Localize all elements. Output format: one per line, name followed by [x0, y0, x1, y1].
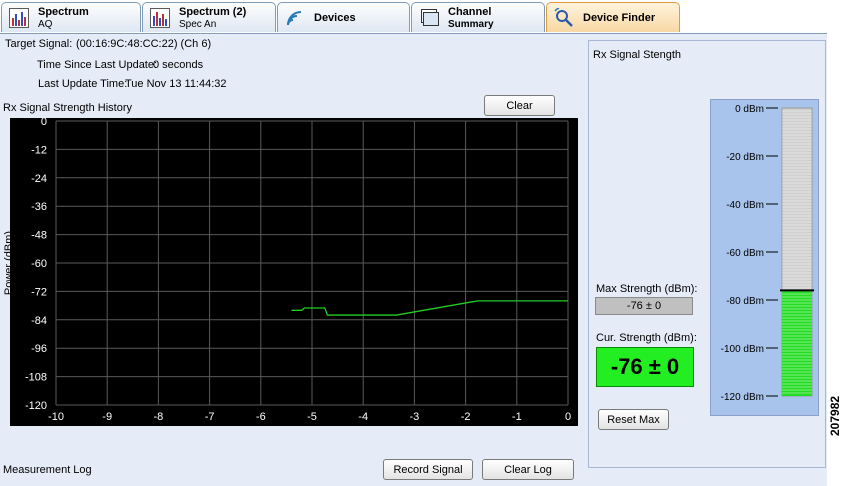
tab-title: Devices [314, 12, 356, 24]
last-update-value: Tue Nov 13 11:44:32 [125, 78, 227, 90]
tab-subtitle: Spec An [179, 19, 217, 30]
max-strength-value: -76 ± 0 [595, 297, 693, 315]
y-tick-label: -108 [25, 372, 47, 384]
clear-button[interactable]: Clear [484, 95, 555, 116]
x-tick-label: -1 [512, 411, 522, 423]
x-tick-label: -3 [410, 411, 420, 423]
current-strength-value: -76 ± 0 [596, 347, 694, 387]
time-since-label: Time Since Last Update: [37, 59, 158, 71]
meter-tick-label: -20 dBm [726, 152, 764, 163]
tab-title: Spectrum [38, 6, 89, 18]
tab-subtitle: Summary [448, 19, 494, 30]
time-since-value: 0 seconds [153, 59, 204, 71]
plot-background [10, 118, 578, 426]
wireless-waves-icon [285, 8, 305, 28]
signal-strength-title: Rx Signal Stength [593, 49, 682, 61]
meter-tick-label: -40 dBm [726, 200, 764, 211]
y-tick-label: -48 [31, 230, 47, 242]
x-tick-label: -8 [154, 411, 164, 423]
x-tick-label: -5 [307, 411, 317, 423]
x-tick-label: -4 [358, 411, 368, 423]
tab-title: Channel [448, 6, 492, 18]
channel-summary-icon [419, 8, 439, 28]
measurement-log-label: Measurement Log [3, 464, 92, 476]
meter-tick-label: -100 dBm [721, 344, 764, 355]
tab-title: Device Finder [583, 12, 656, 24]
meter-tick-label: -120 dBm [721, 392, 764, 403]
tab-channel-summary[interactable]: Channel Summary [411, 2, 545, 32]
y-tick-label: -84 [31, 315, 47, 327]
record-signal-button[interactable]: Record Signal [383, 459, 473, 480]
tab-spectrum-aq[interactable]: Spectrum AQ [1, 2, 141, 32]
y-tick-label: -12 [31, 144, 47, 156]
spectrum-chart-icon [9, 8, 29, 28]
meter-tick-label: -80 dBm [726, 296, 764, 307]
signal-strength-meter: 0 dBm -20 dBm -40 dBm -60 dBm -80 dBm -100 dB… [710, 99, 819, 416]
target-signal-value: (00:16:9C:48:CC:22) (Ch 6) [76, 38, 212, 50]
x-tick-label: -10 [48, 411, 64, 423]
x-tick-label: -2 [461, 411, 471, 423]
device-finder-icon [554, 7, 574, 28]
y-tick-label: 0 [41, 118, 47, 128]
tab-devices[interactable]: Devices [277, 2, 410, 32]
y-tick-label: -36 [31, 201, 47, 213]
max-strength-label: Max Strength (dBm): [596, 283, 698, 295]
tab-bar: Spectrum AQ Spectrum (2) Spec An Devices… [0, 0, 841, 33]
y-tick-label: -72 [31, 286, 47, 298]
clear-log-button[interactable]: Clear Log [482, 459, 574, 480]
target-signal-label: Target Signal: [5, 38, 73, 50]
tab-device-finder[interactable]: Device Finder [546, 2, 680, 32]
y-tick-label: -24 [31, 173, 47, 185]
meter-tick-label: -60 dBm [726, 248, 764, 259]
tab-title: Spectrum (2) [179, 6, 247, 18]
y-tick-label: -60 [31, 258, 47, 270]
meter-tick-label: 0 dBm [735, 104, 764, 115]
x-tick-label: 0 [565, 411, 571, 423]
y-tick-label: -96 [31, 343, 47, 355]
tab-subtitle: AQ [38, 19, 53, 30]
y-tick-label: -120 [25, 400, 47, 412]
spectrum-chart-icon [150, 8, 170, 28]
tab-spectrum-2[interactable]: Spectrum (2) Spec An [142, 2, 276, 32]
x-tick-label: -7 [205, 411, 215, 423]
x-tick-label: -6 [256, 411, 266, 423]
figure-id: 207982 [828, 395, 841, 436]
last-update-label: Last Update Time: [38, 78, 128, 90]
current-strength-label: Cur. Strength (dBm): [596, 332, 697, 344]
y-axis-label: Power (dBm) [3, 231, 15, 295]
history-title: Rx Signal Strength History [3, 102, 132, 114]
signal-history-chart: -10 -9 -8 -7 -6 -5 -4 -3 -2 -1 00-12-24-36-48-60-7… [3, 118, 578, 426]
reset-max-button[interactable]: Reset Max [598, 409, 669, 430]
x-tick-label: -9 [102, 411, 112, 423]
